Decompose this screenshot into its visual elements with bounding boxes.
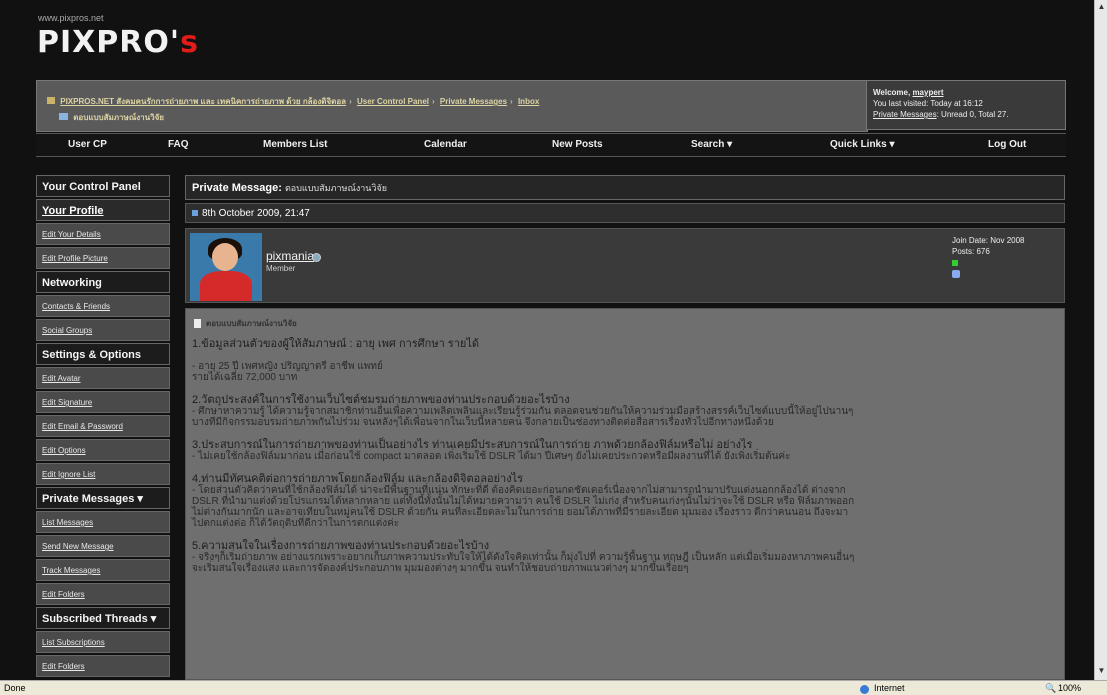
breadcrumb-item-pm[interactable]: Private Messages (440, 97, 507, 106)
sidebar-heading-subscribed-threads[interactable]: Subscribed Threads ▾ (36, 607, 170, 629)
pm-title-label: Private Message: (192, 182, 282, 194)
control-panel-sidebar: Your Control Panel Your Profile Edit You… (36, 175, 170, 679)
answer-block-5: 5.ความสนใจในเรื่องการถ่ายภาพของท่านประกอ… (192, 540, 1060, 575)
breadcrumb: PIXPROS.NET สังคมคนรักการถ่ายภาพ และ เทค… (36, 80, 868, 132)
sender-username[interactable]: pixmania (266, 249, 314, 263)
breadcrumb-item-ucp[interactable]: User Control Panel (357, 97, 429, 106)
answer-5: - จริงๆก็เริ่มถ่ายภาพ อย่างแรกเพราะอยากเ… (192, 552, 855, 574)
sidebar-item-track-messages[interactable]: Track Messages (36, 559, 170, 581)
answer-1: - อายุ 25 ปี เพศหญิง ปริญญาตรี อาชีพ แพท… (192, 361, 383, 383)
sidebar-item-send-new-message[interactable]: Send New Message (36, 535, 170, 557)
sidebar-heading-settings: Settings & Options (36, 343, 170, 365)
menu-new-posts[interactable]: New Posts (552, 139, 603, 150)
sender-role: Member (266, 264, 296, 273)
sidebar-item-edit-folders-2[interactable]: Edit Folders (36, 655, 170, 677)
sidebar-item-social-groups[interactable]: Social Groups (36, 319, 170, 341)
menu-log-out[interactable]: Log Out (988, 139, 1026, 150)
sidebar-item-list-messages[interactable]: List Messages (36, 511, 170, 533)
welcome-greeting: Welcome, (873, 88, 911, 97)
pm-link[interactable]: Private Messages (873, 110, 937, 119)
post-icon (192, 210, 198, 217)
sidebar-item-edit-ignore-list[interactable]: Edit Ignore List (36, 463, 170, 485)
site-logo[interactable]: PIXPRO's (37, 25, 199, 60)
zoom-icon[interactable]: 🔍 (1045, 683, 1056, 694)
document-icon (194, 319, 201, 329)
message-title: ตอบแบบสัมภาษณ์งานวิจัย (194, 317, 297, 330)
browser-viewport: www.pixpros.net PIXPRO's PIXPROS.NET สัง… (0, 0, 1094, 680)
sidebar-item-edit-details[interactable]: Edit Your Details (36, 223, 170, 245)
message-body: ตอบแบบสัมภาษณ์งานวิจัย 1.ข้อมูลส่วนตัวขอ… (185, 308, 1065, 680)
breadcrumb-current: ตอบแบบสัมภาษณ์งานวิจัย (59, 111, 164, 124)
question-3: 3.ประสบการณ์ในการถ่ายภาพของท่านเป็นอย่าง… (192, 439, 753, 451)
zoom-level[interactable]: 100% (1058, 683, 1081, 693)
breadcrumb-item-inbox[interactable]: Inbox (518, 97, 539, 106)
nav-menu: User CP FAQ Members List Calendar New Po… (36, 133, 1066, 157)
sidebar-item-edit-options[interactable]: Edit Options (36, 439, 170, 461)
breadcrumb-trail: PIXPROS.NET สังคมคนรักการถ่ายภาพ และ เทค… (47, 95, 539, 108)
menu-faq[interactable]: FAQ (168, 139, 189, 150)
answer-block-3: 3.ประสบการณ์ในการถ่ายภาพของท่านเป็นอย่าง… (192, 439, 1060, 463)
sidebar-item-edit-signature[interactable]: Edit Signature (36, 391, 170, 413)
status-text: Done (4, 683, 26, 693)
welcome-username[interactable]: maypert (912, 88, 943, 97)
join-date: Join Date: Nov 2008 (952, 236, 1025, 245)
post-count: Posts: 676 (952, 247, 990, 256)
answer-4: - โดยส่วนตัวคิดว่าคนที่ใช้กล้องฟิล์มได้ … (192, 485, 855, 529)
sidebar-item-edit-folders[interactable]: Edit Folders (36, 583, 170, 605)
pm-status: : Unread 0, Total 27. (936, 110, 1009, 119)
sidebar-item-edit-avatar[interactable]: Edit Avatar (36, 367, 170, 389)
browser-statusbar: Done Internet 🔍 100% (0, 680, 1107, 695)
reputation-icon (952, 260, 958, 266)
breadcrumb-item-home[interactable]: PIXPROS.NET สังคมคนรักการถ่ายภาพ และ เทค… (60, 97, 346, 106)
sidebar-item-edit-profile-picture[interactable]: Edit Profile Picture (36, 247, 170, 269)
question-4: 4.ท่านมีทัศนคติต่อการถ่ายภาพโดยกล้องฟิล์… (192, 473, 524, 485)
breadcrumb-current-label: ตอบแบบสัมภาษณ์งานวิจัย (73, 113, 164, 122)
question-1: 1.ข้อมูลส่วนตัวของผู้ให้สัมภาษณ์ : อายุ … (192, 338, 480, 350)
site-url[interactable]: www.pixpros.net (38, 13, 104, 23)
message-text: 1.ข้อมูลส่วนตัวของผู้ให้สัมภาษณ์ : อายุ … (192, 339, 1060, 586)
vertical-scrollbar[interactable]: ▲ ▼ (1094, 0, 1107, 680)
pm-date: 8th October 2009, 21:47 (202, 208, 310, 219)
sidebar-item-list-subscriptions[interactable]: List Subscriptions (36, 631, 170, 653)
private-message-panel: Private Message: ตอบแบบสัมภาษณ์งานวิจัย … (185, 175, 1065, 680)
message-icon (59, 113, 68, 120)
sidebar-heading-networking: Networking (36, 271, 170, 293)
avatar-shirt (200, 271, 252, 301)
sidebar-heading-private-messages[interactable]: Private Messages ▾ (36, 487, 170, 509)
logo-s: s (180, 25, 199, 60)
avatar[interactable] (190, 233, 262, 301)
menu-quick-links[interactable]: Quick Links ▾ (830, 139, 894, 150)
sender-info: pixmania Member Join Date: Nov 2008 Post… (185, 228, 1065, 303)
menu-search[interactable]: Search ▾ (691, 139, 732, 150)
online-status-icon (312, 253, 321, 262)
answer-block-2: 2.วัตถุประสงค์ในการใช้งานเว็บไซต์ชมรมถ่า… (192, 394, 1060, 429)
scroll-down-icon[interactable]: ▼ (1097, 666, 1106, 676)
question-2: 2.วัตถุประสงค์ในการใช้งานเว็บไซต์ชมรมถ่า… (192, 394, 570, 406)
user-icon (952, 270, 960, 278)
pm-title-bar: Private Message: ตอบแบบสัมภาษณ์งานวิจัย (185, 175, 1065, 200)
sender-stats: Join Date: Nov 2008 Posts: 676 (952, 235, 1060, 278)
question-5: 5.ความสนใจในเรื่องการถ่ายภาพของท่านประกอ… (192, 540, 490, 552)
scroll-up-icon[interactable]: ▲ (1097, 2, 1106, 12)
menu-members-list[interactable]: Members List (263, 139, 327, 150)
last-visited: You last visited: Today at 16:12 (873, 99, 983, 108)
answer-block-1: 1.ข้อมูลส่วนตัวของผู้ให้สัมภาษณ์ : อายุ … (192, 338, 1060, 384)
answer-3: - ไม่เคยใช้กล้องฟิล์มมาก่อน เมื่อก่อนใช้… (192, 451, 791, 462)
sidebar-item-your-profile[interactable]: Your Profile (36, 199, 170, 221)
sidebar-item-edit-email-password[interactable]: Edit Email & Password (36, 415, 170, 437)
pm-date-row: 8th October 2009, 21:47 (185, 203, 1065, 223)
menu-user-cp[interactable]: User CP (68, 139, 107, 150)
sidebar-title: Your Control Panel (36, 175, 170, 197)
pm-title-subject: ตอบแบบสัมภาษณ์งานวิจัย (284, 183, 388, 193)
answer-2: - ศึกษาหาความรู้ ได้ความรู้จากสมาชิกท่าน… (192, 406, 854, 428)
sidebar-item-contacts[interactable]: Contacts & Friends (36, 295, 170, 317)
folder-icon (47, 97, 55, 104)
answer-block-4: 4.ท่านมีทัศนคติต่อการถ่ายภาพโดยกล้องฟิล์… (192, 473, 1060, 530)
security-zone: Internet (874, 683, 905, 693)
logo-main: PIXPRO' (37, 25, 181, 60)
message-title-text: ตอบแบบสัมภาษณ์งานวิจัย (206, 319, 297, 328)
welcome-box: Welcome, maypert You last visited: Today… (866, 80, 1066, 130)
menu-calendar[interactable]: Calendar (424, 139, 467, 150)
avatar-face (212, 243, 238, 271)
